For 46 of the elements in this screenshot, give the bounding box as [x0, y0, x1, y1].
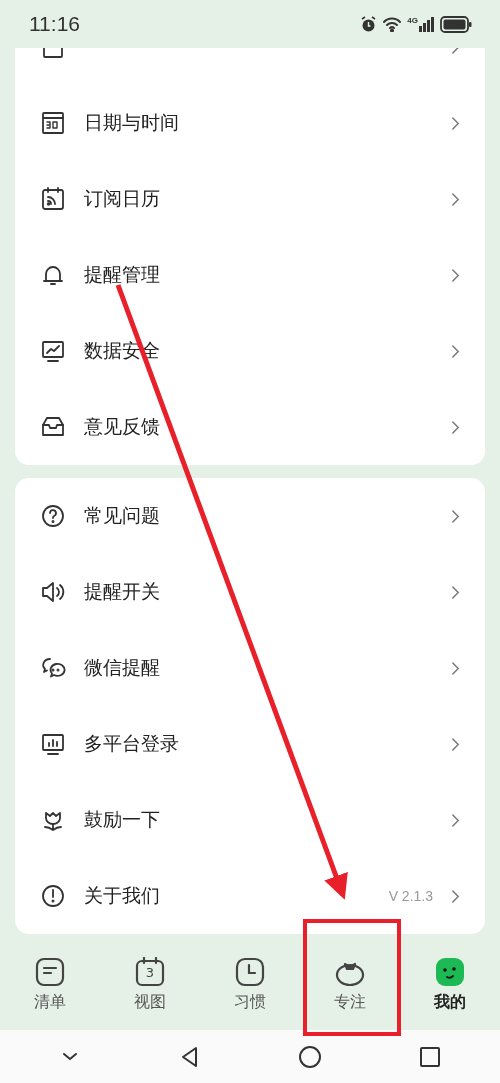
- menu-item[interactable]: 日期与时间: [84, 110, 433, 136]
- tab-item[interactable]: 专注: [300, 957, 400, 1013]
- alarm-icon: [360, 15, 378, 33]
- menu-item[interactable]: 鼓励一下: [84, 807, 433, 833]
- monitor-chart-icon: [40, 338, 66, 364]
- wifi-icon: [382, 16, 403, 32]
- chevron-icon: [451, 584, 460, 600]
- menu-item[interactable]: 常见问题: [84, 503, 433, 529]
- chevron-icon: [451, 267, 460, 283]
- battery-icon: [440, 15, 472, 33]
- recents-icon[interactable]: [418, 1044, 442, 1069]
- tab-item[interactable]: 习惯: [200, 957, 300, 1013]
- version-text: V 2.1.3: [388, 888, 433, 904]
- info-icon: [40, 883, 66, 909]
- calendar-icon: 3: [135, 957, 165, 987]
- monitor-bars-icon: [40, 731, 66, 757]
- menu-item[interactable]: 意见反馈: [84, 414, 433, 440]
- chevron-icon: [451, 419, 460, 435]
- speaker-icon: [40, 579, 66, 605]
- tab-item[interactable]: 3 视图: [100, 957, 200, 1013]
- chevron-icon: [451, 812, 460, 828]
- network-type: 4G: [407, 16, 418, 25]
- tab-item[interactable]: 我的: [400, 957, 500, 1013]
- chevron-icon: [451, 115, 460, 131]
- smiley-avatar-icon: [435, 957, 465, 987]
- clock-time: 11:16: [29, 12, 80, 36]
- help-icon: [40, 503, 66, 529]
- signal-icon: [419, 16, 435, 32]
- menu-item[interactable]: 提醒开关: [84, 579, 433, 605]
- chevron-icon: [451, 508, 460, 524]
- list-icon: [35, 957, 65, 987]
- chevron-icon: [451, 660, 460, 676]
- chevron-icon: [451, 191, 460, 207]
- menu-item[interactable]: 提醒管理: [84, 262, 433, 288]
- menu-item[interactable]: 关于我们: [84, 883, 371, 909]
- menu-item[interactable]: 多平台登录: [84, 731, 433, 757]
- chevron-icon: [451, 888, 460, 904]
- tab-item[interactable]: 清单: [0, 957, 100, 1013]
- calendar-feed-icon: [40, 186, 66, 212]
- menu-item[interactable]: 订阅日历: [84, 186, 433, 212]
- menu-item[interactable]: 微信提醒: [84, 655, 433, 681]
- calendar-icon: [40, 110, 66, 136]
- home-icon[interactable]: [298, 1044, 322, 1069]
- chevron-icon: [451, 343, 460, 359]
- clock-icon: [235, 957, 265, 987]
- chevron-icon: [451, 736, 460, 752]
